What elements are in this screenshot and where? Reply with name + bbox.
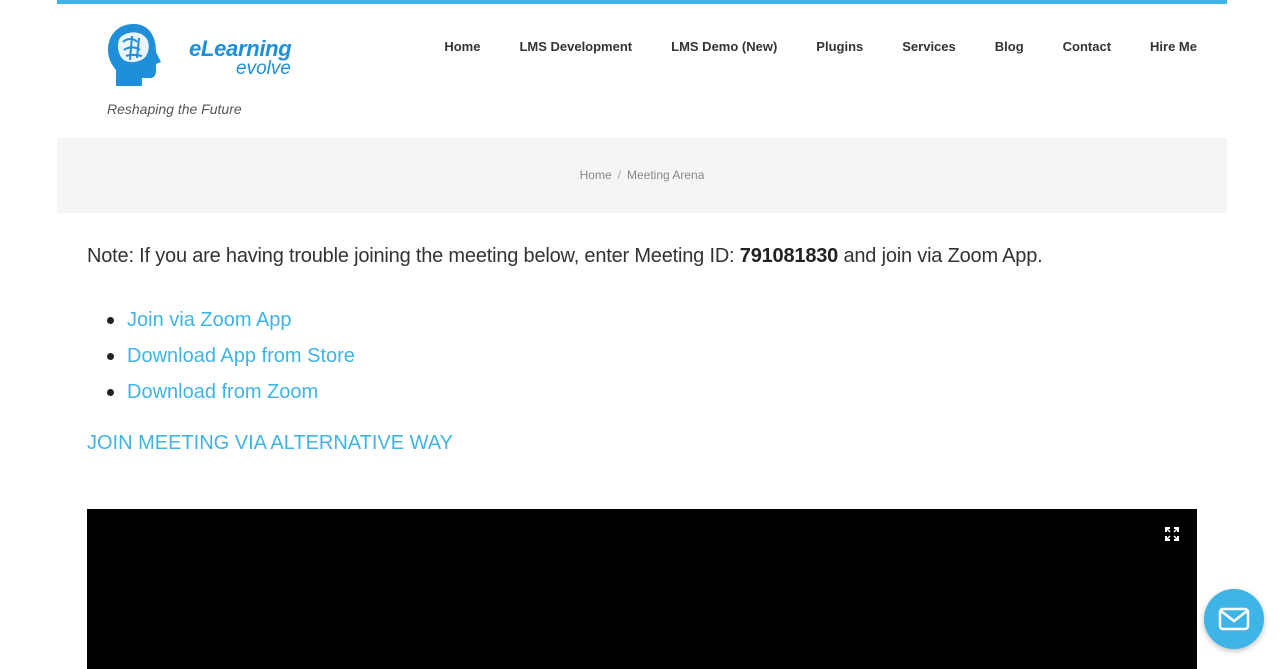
mail-icon <box>1218 607 1250 631</box>
nav-item-home[interactable]: Home <box>444 39 480 54</box>
breadcrumb-separator: / <box>617 168 621 182</box>
nav-item-plugins[interactable]: Plugins <box>816 39 863 54</box>
list-item: Download App from Store <box>107 338 1197 374</box>
meeting-video-frame[interactable] <box>87 509 1197 669</box>
join-via-zoom-app-link[interactable]: Join via Zoom App <box>127 309 292 331</box>
list-item: Join via Zoom App <box>107 302 1197 338</box>
nav-item-contact[interactable]: Contact <box>1063 39 1111 54</box>
nav-item-lms-development[interactable]: LMS Development <box>519 39 632 54</box>
main-nav: Home LMS Development LMS Demo (New) Plug… <box>405 39 1197 54</box>
brain-head-icon <box>108 24 161 86</box>
download-app-store-link[interactable]: Download App from Store <box>127 345 355 367</box>
main-content: Note: If you are having trouble joining … <box>87 245 1197 455</box>
breadcrumb: Home / Meeting Arena <box>57 168 1227 182</box>
meeting-id: 791081830 <box>739 245 839 267</box>
contact-mail-button[interactable] <box>1204 589 1264 649</box>
breadcrumb-bar: Home / Meeting Arena <box>57 138 1227 213</box>
join-alternative-link[interactable]: JOIN MEETING VIA ALTERNATIVE WAY <box>87 432 453 455</box>
breadcrumb-home-link[interactable]: Home <box>580 168 612 182</box>
site-header: eLearning evolve Reshaping the Future Ho… <box>57 4 1227 138</box>
site-tagline: Reshaping the Future <box>107 101 242 117</box>
breadcrumb-current: Meeting Arena <box>626 168 705 182</box>
nav-item-hire-me[interactable]: Hire Me <box>1150 39 1197 54</box>
nav-item-lms-demo[interactable]: LMS Demo (New) <box>671 39 777 54</box>
nav-item-blog[interactable]: Blog <box>995 39 1024 54</box>
site-logo[interactable]: eLearning evolve <box>104 20 294 90</box>
list-item: Download from Zoom <box>107 374 1197 410</box>
note-suffix: and join via Zoom App. <box>838 245 1043 267</box>
download-from-zoom-link[interactable]: Download from Zoom <box>127 381 318 403</box>
logo-text-secondary: evolve <box>236 58 291 79</box>
join-links-list: Join via Zoom App Download App from Stor… <box>107 302 1197 410</box>
meeting-note: Note: If you are having trouble joining … <box>87 245 1197 268</box>
note-prefix: Note: If you are having trouble joining … <box>87 245 740 267</box>
nav-item-services[interactable]: Services <box>902 39 956 54</box>
fullscreen-icon[interactable] <box>1165 527 1179 541</box>
